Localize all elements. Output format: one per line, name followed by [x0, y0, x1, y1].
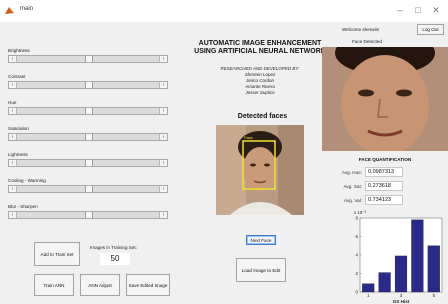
exponent-label: x 10⁻³ — [354, 210, 367, 215]
lightness-slider[interactable]: ‹ › — [8, 159, 168, 167]
lightness-label: Lightness — [8, 152, 28, 157]
credits: RESEARCHED AND DEVELOPED BY: Shereen Lop… — [200, 66, 320, 96]
face-quantification-title: FACE QUANTIFICATION — [358, 157, 412, 162]
arrow-left-icon[interactable]: ‹ — [9, 82, 17, 88]
avg-sat-value: 0.273618 — [365, 181, 403, 191]
cooling-warming-slider[interactable]: ‹ › — [8, 185, 168, 193]
x-axis-label: GS Hist — [393, 299, 410, 304]
ann-adjust-button[interactable]: ANN Adjust — [80, 274, 120, 296]
x-tick-label: 1 — [367, 293, 370, 298]
arrow-right-icon[interactable]: › — [159, 108, 167, 114]
app-title: AUTOMATIC IMAGE ENHANCEMENT USING ARTIFI… — [190, 40, 330, 56]
minimize-button[interactable]: – — [392, 3, 408, 17]
contrast-label: Contrast — [8, 74, 26, 79]
y-tick-label: 6 — [356, 234, 359, 239]
arrow-right-icon[interactable]: › — [159, 212, 167, 218]
arrow-right-icon[interactable]: › — [159, 186, 167, 192]
slider-thumb[interactable] — [85, 134, 93, 140]
y-tick-label: 2 — [356, 271, 359, 276]
hue-slider[interactable]: ‹ › — [8, 107, 168, 115]
app-title-line-1: AUTOMATIC IMAGE ENHANCEMENT — [198, 40, 322, 47]
y-tick-label: 0 — [356, 290, 359, 295]
close-button[interactable]: ✕ — [428, 3, 444, 17]
arrow-right-icon[interactable]: › — [159, 160, 167, 166]
histogram-bar — [394, 255, 408, 293]
blur-sharpen-label: Blur - Sharpen — [8, 204, 38, 209]
load-image-button[interactable]: Load Image to Edit — [236, 258, 286, 282]
slider-thumb[interactable] — [85, 56, 93, 62]
arrow-left-icon[interactable]: ‹ — [9, 108, 17, 114]
face-tag: Face — [244, 135, 253, 140]
histogram-bar — [362, 283, 375, 293]
logout-button[interactable]: Log Out — [417, 24, 444, 35]
blur-sharpen-slider[interactable]: ‹ › — [8, 211, 168, 219]
brightness-slider[interactable]: ‹ › — [8, 55, 168, 63]
arrow-right-icon[interactable]: › — [159, 56, 167, 62]
slider-thumb[interactable] — [85, 212, 93, 218]
training-count-label: Images in Training Set: — [90, 245, 137, 250]
y-tick-label: 4 — [356, 253, 359, 258]
save-edited-image-button[interactable]: Save Edited Image — [126, 274, 170, 296]
next-face-button[interactable]: Next Face — [246, 235, 276, 245]
arrow-left-icon[interactable]: ‹ — [9, 56, 17, 62]
y-tick-label: 8 — [356, 216, 359, 221]
brightness-label: Brightness — [8, 48, 30, 53]
add-to-train-set-button[interactable]: Add to Train Set — [34, 242, 80, 266]
arrow-right-icon[interactable]: › — [159, 82, 167, 88]
hue-label: Hue — [8, 100, 17, 105]
arrow-left-icon[interactable]: ‹ — [9, 186, 17, 192]
avg-sat-label: Avg. Sat: — [343, 184, 362, 189]
welcome-text: Welcome sherwin! — [342, 27, 380, 32]
arrow-left-icon[interactable]: ‹ — [9, 134, 17, 140]
contrast-slider[interactable]: ‹ › — [8, 81, 168, 89]
detected-face-photo: Face — [216, 125, 304, 215]
saturation-slider[interactable]: ‹ › — [8, 133, 168, 141]
saturation-label: Saturation — [8, 126, 29, 131]
histogram-bar — [378, 272, 391, 293]
slider-thumb[interactable] — [85, 108, 93, 114]
train-ann-button[interactable]: Train ANN — [34, 274, 74, 296]
x-tick-label: 3 — [400, 293, 403, 298]
avg-val-value: 0.734123 — [365, 195, 403, 205]
arrow-left-icon[interactable]: ‹ — [9, 160, 17, 166]
cooling-warming-label: Cooling - Warming — [8, 178, 46, 183]
matlab-icon — [5, 7, 14, 14]
gs-histogram-chart: x 10⁻³ 0 2 4 6 8 1 3 5 GS Hist — [348, 208, 446, 304]
slider-thumb[interactable] — [85, 160, 93, 166]
avg-val-label: Avg. Val: — [344, 198, 362, 203]
avg-hue-value: 0.0987313 — [365, 167, 403, 177]
x-axis: 1 3 5 — [367, 293, 436, 298]
histogram-bar — [427, 245, 440, 293]
histogram-svg: x 10⁻³ 0 2 4 6 8 1 3 5 GS Hist — [354, 210, 443, 304]
face-crop-photo — [322, 47, 448, 151]
slider-thumb[interactable] — [85, 82, 93, 88]
slider-thumb[interactable] — [85, 186, 93, 192]
avg-hue-label: Avg. Hue: — [341, 170, 362, 175]
face-detected-label: Face Detected — [352, 39, 382, 44]
x-tick-label: 5 — [433, 293, 436, 298]
detected-faces-title: Detected faces — [237, 113, 288, 120]
window-title: main — [20, 6, 34, 12]
title-bar: main – □ ✕ — [0, 0, 448, 22]
arrow-right-icon[interactable]: › — [159, 134, 167, 140]
training-count-value: 50 — [100, 253, 130, 265]
author-name: Jesser Suplico — [245, 90, 275, 95]
maximize-button[interactable]: □ — [410, 3, 426, 17]
app-title-line-2: USING ARTIFICIAL NEURAL NETWORK — [194, 48, 326, 55]
histogram-bar — [411, 219, 424, 293]
arrow-left-icon[interactable]: ‹ — [9, 212, 17, 218]
